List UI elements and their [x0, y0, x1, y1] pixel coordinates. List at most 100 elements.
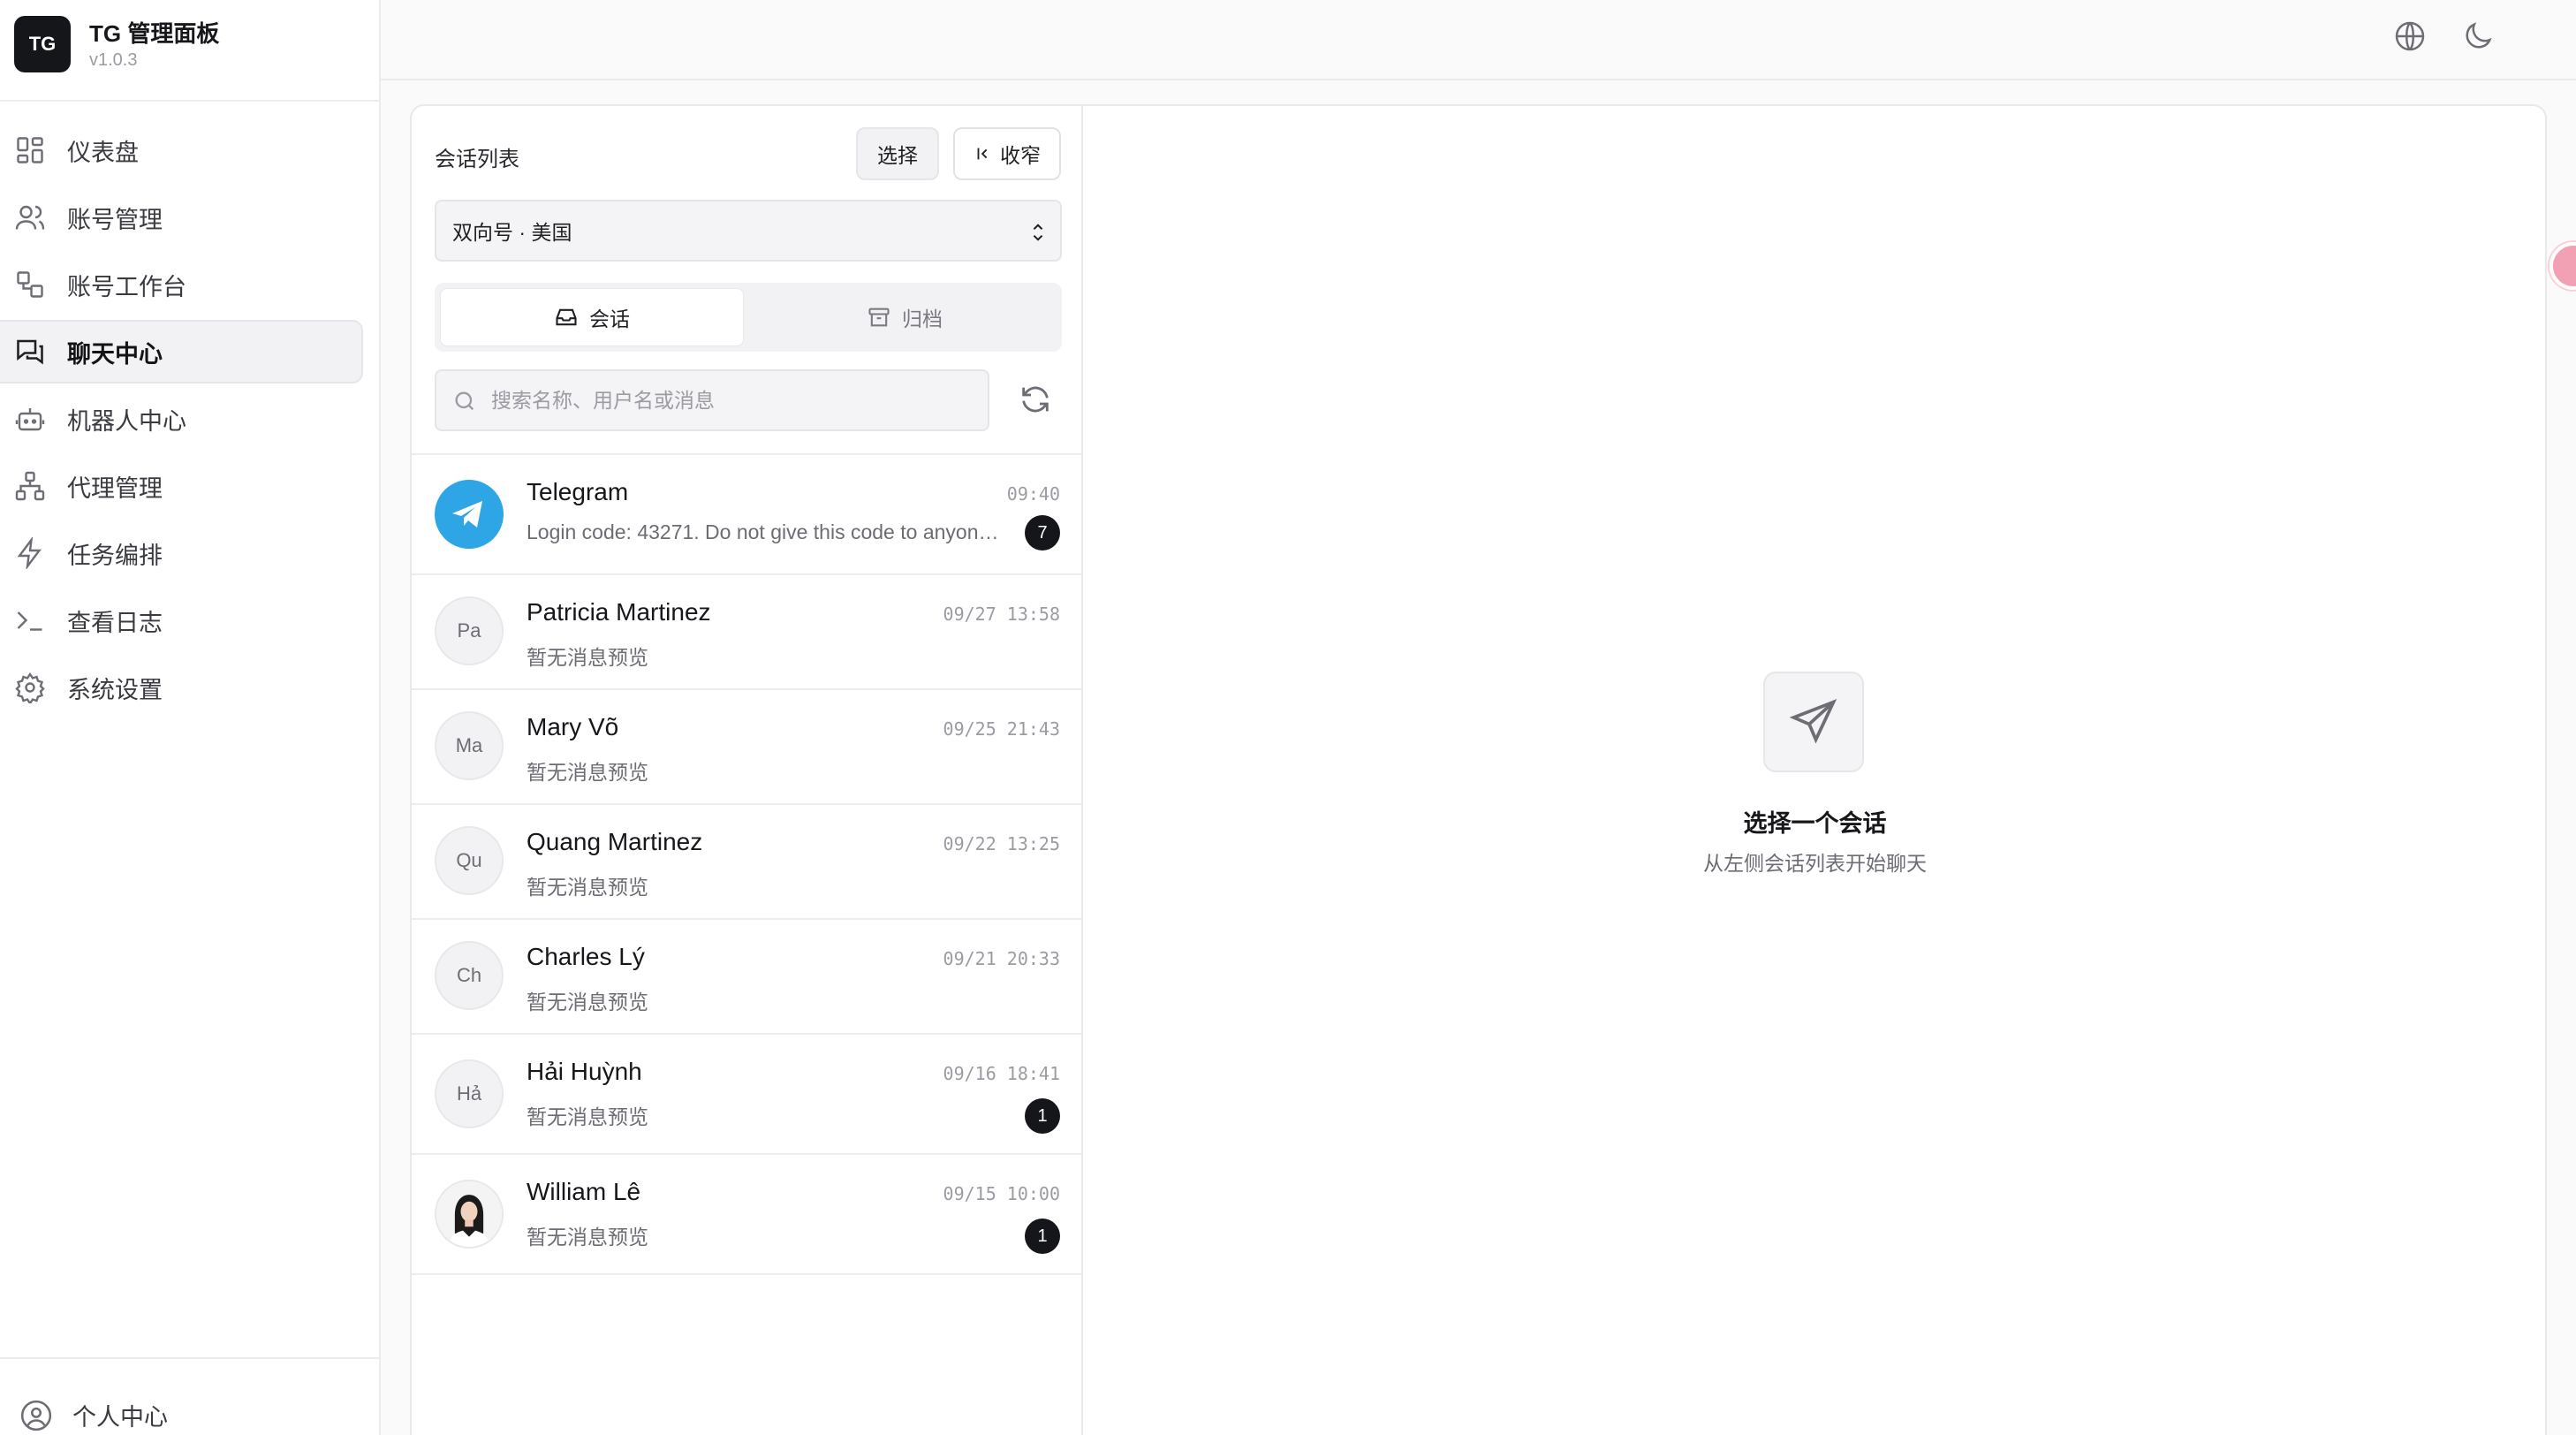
list-item[interactable]: Hả Hải Huỳnh 暂无消息预览 09/16 18:41 1: [412, 1035, 1081, 1155]
brand-logo: TG: [14, 16, 71, 72]
conversation-preview: 暂无消息预览: [527, 761, 648, 784]
conversation-time: 09:40: [1006, 483, 1060, 505]
tab-label: 会话: [589, 308, 630, 330]
dashboard-icon: [14, 134, 46, 166]
unread-badge: 1: [1025, 1098, 1060, 1134]
inbox-icon: [556, 308, 577, 326]
tab-label: 归档: [902, 308, 943, 330]
terminal-icon: [14, 604, 46, 636]
profile-link[interactable]: 个人中心: [19, 1398, 168, 1432]
sidebar-item-tasks[interactable]: 任务编排: [0, 521, 363, 585]
list-item[interactable]: Ch Charles Lý 暂无消息预览 09/21 20:33: [412, 920, 1081, 1035]
collapse-label: 收窄: [1000, 144, 1041, 167]
conversation-time: 09/15 10:00: [943, 1183, 1060, 1204]
conversation-name: Mary Võ: [527, 713, 619, 740]
conversation-name: Quang Martinez: [527, 828, 703, 855]
globe-icon[interactable]: [2392, 19, 2428, 54]
list-item[interactable]: Pa Patricia Martinez 暂无消息预览 09/27 13:58: [412, 575, 1081, 690]
search-input[interactable]: [491, 371, 977, 429]
network-icon: [14, 470, 46, 502]
conversation-list-title: 会话列表: [435, 148, 519, 171]
chat-panel: 选择一个会话 从左侧会话列表开始聊天: [1083, 104, 2547, 1435]
list-item[interactable]: Qu Quang Martinez 暂无消息预览 09/22 13:25: [412, 805, 1081, 920]
search-icon: [455, 391, 474, 411]
sidebar-item-label: 系统设置: [67, 676, 163, 703]
account-select[interactable]: 双向号 · 美国: [435, 200, 1062, 262]
brand-header: TG TG 管理面板 v1.0.3: [0, 0, 379, 102]
sidebar-footer: 个人中心: [0, 1357, 379, 1435]
empty-state-icon-box: [1763, 672, 1864, 772]
avatar: Ma: [435, 711, 504, 780]
sidebar-item-logs[interactable]: 查看日志: [0, 588, 363, 652]
collapse-button[interactable]: 收窄: [953, 127, 1061, 180]
sidebar-item-label: 仪表盘: [67, 139, 139, 166]
list-item[interactable]: William Lê 暂无消息预览 09/15 10:00 1: [412, 1155, 1081, 1275]
sidebar: TG TG 管理面板 v1.0.3 仪表盘 账号管理 账号工作台 聊天中心 机器…: [0, 0, 381, 1435]
telegram-logo-icon: [435, 480, 504, 549]
sidebar-item-dashboard[interactable]: 仪表盘: [0, 118, 363, 182]
list-item[interactable]: Ma Mary Võ 暂无消息预览 09/25 21:43: [412, 690, 1081, 805]
conversation-name: Patricia Martinez: [527, 598, 711, 626]
select-button[interactable]: 选择: [856, 127, 939, 180]
unread-badge: 7: [1025, 515, 1060, 550]
workspace-icon: [14, 269, 46, 300]
brand-version: v1.0.3: [89, 50, 138, 70]
list-item[interactable]: Telegram Login code: 43271. Do not give …: [412, 455, 1081, 575]
users-icon: [14, 201, 46, 233]
sidebar-item-label: 聊天中心: [67, 340, 163, 368]
sidebar-item-proxies[interactable]: 代理管理: [0, 454, 363, 518]
topbar: [381, 0, 2576, 80]
conversation-time: 09/27 13:58: [943, 604, 1060, 625]
sidebar-item-label: 代理管理: [67, 475, 163, 502]
conversation-time: 09/22 13:25: [943, 833, 1060, 854]
conversation-tabs: 会话 归档: [435, 283, 1062, 352]
conversation-name: Telegram: [527, 478, 629, 505]
conversation-preview: 暂无消息预览: [527, 1105, 648, 1128]
conversation-time: 09/21 20:33: [943, 948, 1060, 969]
app-root: TG TG 管理面板 v1.0.3 仪表盘 账号管理 账号工作台 聊天中心 机器…: [0, 0, 2576, 1435]
profile-label: 个人中心: [72, 1404, 168, 1431]
sidebar-item-settings[interactable]: 系统设置: [0, 656, 363, 719]
conversation-time: 09/16 18:41: [943, 1063, 1060, 1084]
chevron-updown-icon: [1033, 224, 1043, 241]
conversation-preview: 暂无消息预览: [527, 876, 648, 899]
conversation-preview: 暂无消息预览: [527, 646, 648, 669]
sidebar-nav: 仪表盘 账号管理 账号工作台 聊天中心 机器人中心 代理管理 任务编排 查看日志…: [0, 118, 379, 723]
account-select-value: 双向号 · 美国: [452, 221, 572, 244]
sidebar-item-bots[interactable]: 机器人中心: [0, 387, 363, 451]
lightning-icon: [14, 535, 46, 571]
sidebar-item-workspace[interactable]: 账号工作台: [0, 253, 363, 316]
conversation-name: Hải Huỳnh: [527, 1058, 642, 1085]
collapse-left-icon: [977, 148, 988, 160]
search-box: [435, 369, 989, 431]
empty-state-subtitle: 从左侧会话列表开始聊天: [1703, 852, 1927, 875]
send-icon: [1789, 699, 1837, 744]
refresh-icon[interactable]: [1018, 382, 1053, 417]
moon-icon[interactable]: [2460, 19, 2496, 54]
conversation-name: Charles Lý: [527, 943, 645, 970]
sidebar-item-label: 账号工作台: [67, 273, 186, 300]
avatar: Hả: [435, 1059, 504, 1128]
conversation-time: 09/25 21:43: [943, 718, 1060, 740]
tab-chats[interactable]: 会话: [440, 288, 744, 346]
avatar: Pa: [435, 596, 504, 665]
sidebar-item-label: 任务编排: [67, 542, 163, 569]
sidebar-item-label: 查看日志: [67, 609, 163, 636]
archive-icon: [868, 308, 890, 327]
tab-archive[interactable]: 归档: [753, 288, 1057, 346]
conversation-panel: 会话列表 选择 收窄 双向号 · 美国 会话 归档 搜索名称、用户名或消息 Te…: [410, 104, 1083, 1435]
unread-badge: 1: [1025, 1219, 1060, 1254]
conversation-list: Telegram Login code: 43271. Do not give …: [412, 453, 1081, 1275]
chat-icon: [14, 336, 46, 368]
user-circle-icon: [20, 1400, 52, 1431]
conversation-name: William Lê: [527, 1178, 641, 1205]
sidebar-item-chat[interactable]: 聊天中心: [0, 320, 363, 383]
brand-title: TG 管理面板: [89, 20, 220, 47]
sidebar-item-label: 账号管理: [67, 206, 163, 233]
gear-icon: [14, 672, 46, 706]
conversation-preview: 暂无消息预览: [527, 991, 648, 1014]
sidebar-item-accounts[interactable]: 账号管理: [0, 186, 363, 249]
conversation-preview: 暂无消息预览: [527, 1226, 648, 1249]
sidebar-item-label: 机器人中心: [67, 407, 186, 435]
empty-state-title: 选择一个会话: [1743, 810, 1887, 837]
